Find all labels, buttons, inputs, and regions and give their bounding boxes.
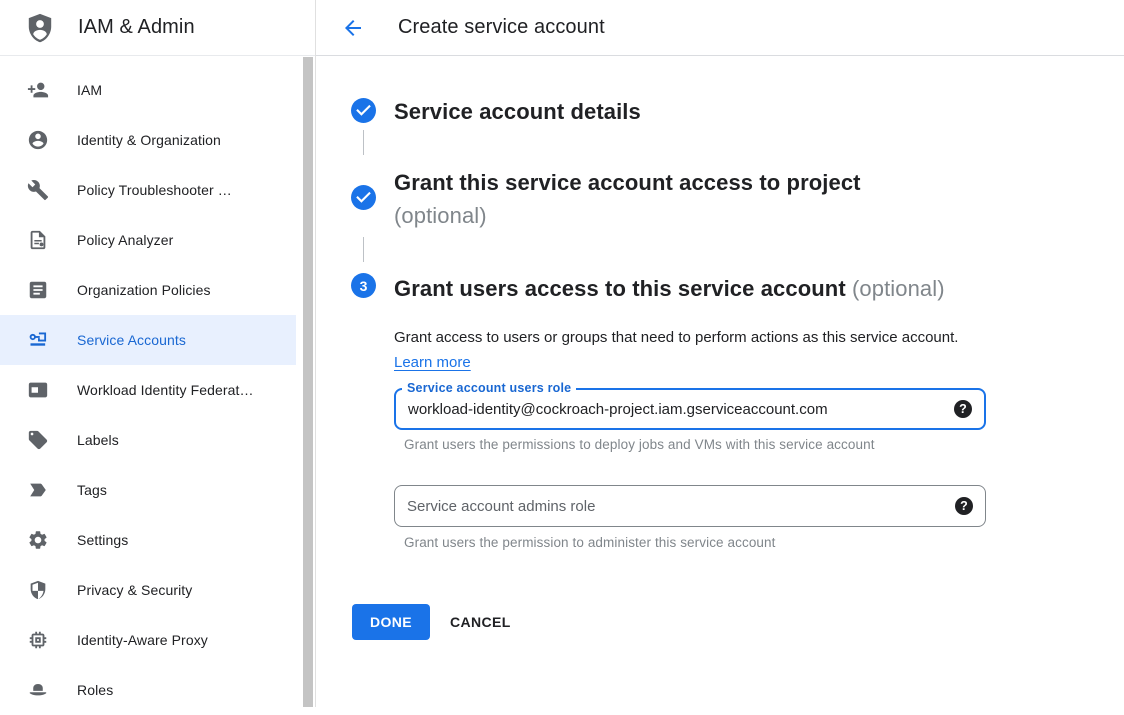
sidebar-nav: IAM Identity & Organization Policy Troub… bbox=[0, 56, 315, 715]
sidebar-item-label: Service Accounts bbox=[77, 332, 186, 348]
sidebar-item-iam[interactable]: IAM bbox=[0, 65, 296, 115]
users-role-label: Service account users role bbox=[402, 381, 576, 395]
step3-optional-label: (optional) bbox=[852, 276, 945, 301]
policy-analyzer-icon bbox=[27, 229, 49, 251]
step-connector bbox=[363, 130, 364, 155]
step-connector bbox=[363, 237, 364, 262]
sidebar-item-label: Roles bbox=[77, 682, 113, 698]
sidebar-item-identity-aware-proxy[interactable]: Identity-Aware Proxy bbox=[0, 615, 296, 665]
sidebar-item-label: Privacy & Security bbox=[77, 582, 192, 598]
roles-hat-icon bbox=[27, 679, 49, 701]
step1-title: Service account details bbox=[394, 99, 641, 125]
admins-role-helper-text: Grant users the permission to administer… bbox=[404, 535, 776, 550]
help-icon[interactable]: ? bbox=[954, 400, 972, 418]
sidebar: IAM & Admin IAM Identity & Organization … bbox=[0, 0, 316, 707]
shield-half-icon bbox=[27, 579, 49, 601]
step3-title: Grant users access to this service accou… bbox=[394, 272, 945, 305]
page-title: Create service account bbox=[398, 16, 605, 39]
gear-icon bbox=[27, 529, 49, 551]
document-icon bbox=[27, 279, 49, 301]
wrench-icon bbox=[27, 179, 49, 201]
step3-description: Grant access to users or groups that nee… bbox=[394, 325, 966, 375]
back-button[interactable] bbox=[341, 16, 365, 40]
service-account-icon bbox=[27, 329, 49, 351]
step1-check-icon bbox=[351, 98, 376, 123]
sidebar-header: IAM & Admin bbox=[0, 0, 315, 56]
gcp-console: IAM & Admin IAM Identity & Organization … bbox=[0, 0, 1124, 707]
sidebar-title: IAM & Admin bbox=[78, 16, 195, 39]
service-account-users-role-field: Service account users role ? bbox=[394, 388, 986, 430]
tag-icon bbox=[27, 479, 49, 501]
label-icon bbox=[27, 429, 49, 451]
account-circle-icon bbox=[27, 129, 49, 151]
sidebar-item-tags[interactable]: Tags bbox=[0, 465, 296, 515]
main-panel: Create service account Service account d… bbox=[316, 0, 1124, 707]
sidebar-item-label: IAM bbox=[77, 82, 102, 98]
sidebar-item-label: Settings bbox=[77, 532, 128, 548]
iam-admin-shield-icon bbox=[24, 10, 56, 46]
sidebar-item-policy-analyzer[interactable]: Policy Analyzer bbox=[0, 215, 296, 265]
sidebar-item-policy-troubleshooter[interactable]: Policy Troubleshooter … bbox=[0, 165, 296, 215]
sidebar-item-workload-identity-federation[interactable]: Workload Identity Federat… bbox=[0, 365, 296, 415]
users-role-input[interactable] bbox=[396, 390, 984, 428]
sidebar-item-labels[interactable]: Labels bbox=[0, 415, 296, 465]
sidebar-item-label: Organization Policies bbox=[77, 282, 211, 298]
sidebar-item-label: Labels bbox=[77, 432, 119, 448]
topbar: Create service account bbox=[316, 0, 1124, 56]
person-add-icon bbox=[27, 79, 49, 101]
arrow-back-icon bbox=[341, 16, 365, 40]
sidebar-item-label: Policy Troubleshooter … bbox=[77, 182, 232, 198]
learn-more-link[interactable]: Learn more bbox=[394, 354, 471, 371]
admins-role-input[interactable] bbox=[395, 486, 985, 526]
cancel-button[interactable]: CANCEL bbox=[450, 604, 511, 640]
done-button[interactable]: DONE bbox=[352, 604, 430, 640]
sidebar-item-label: Identity-Aware Proxy bbox=[77, 632, 208, 648]
sidebar-item-organization-policies[interactable]: Organization Policies bbox=[0, 265, 296, 315]
users-role-helper-text: Grant users the permissions to deploy jo… bbox=[404, 437, 875, 452]
chip-icon bbox=[27, 629, 49, 651]
sidebar-item-service-accounts[interactable]: Service Accounts bbox=[0, 315, 296, 365]
step2-optional-label: (optional) bbox=[394, 199, 861, 232]
step2-check-icon bbox=[351, 185, 376, 210]
sidebar-scrollbar[interactable] bbox=[303, 57, 313, 707]
sidebar-item-privacy-security[interactable]: Privacy & Security bbox=[0, 565, 296, 615]
sidebar-item-label: Workload Identity Federat… bbox=[77, 382, 254, 398]
sidebar-item-label: Tags bbox=[77, 482, 107, 498]
card-icon bbox=[27, 379, 49, 401]
sidebar-item-roles[interactable]: Roles bbox=[0, 665, 296, 715]
step2-title: Grant this service account access to pro… bbox=[394, 166, 861, 232]
step3-number-badge: 3 bbox=[351, 273, 376, 298]
sidebar-item-settings[interactable]: Settings bbox=[0, 515, 296, 565]
sidebar-item-label: Policy Analyzer bbox=[77, 232, 173, 248]
sidebar-item-identity-organization[interactable]: Identity & Organization bbox=[0, 115, 296, 165]
service-account-admins-role-field: ? bbox=[394, 485, 986, 527]
create-service-account-form: Service account details Grant this servi… bbox=[316, 56, 1124, 707]
sidebar-item-label: Identity & Organization bbox=[77, 132, 221, 148]
help-icon[interactable]: ? bbox=[955, 497, 973, 515]
